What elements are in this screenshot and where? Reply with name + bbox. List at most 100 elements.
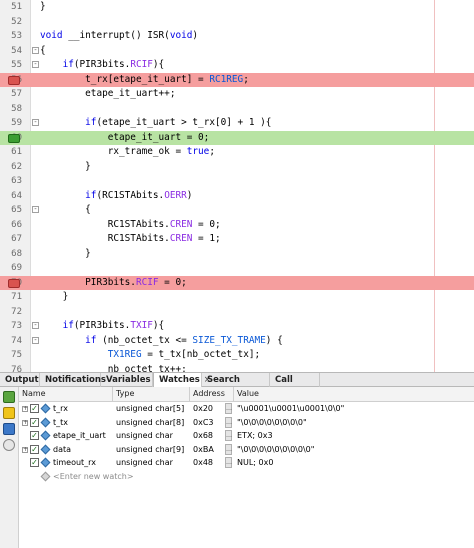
code-line[interactable]: 57 etape_it_uart++; [0, 87, 474, 102]
settings-icon[interactable] [3, 439, 15, 451]
line-number: 53 [11, 31, 22, 41]
tab-notifications[interactable]: Notifications [40, 373, 106, 387]
address-edit-button[interactable]: … [225, 403, 232, 414]
fold-toggle-icon[interactable]: - [32, 61, 39, 68]
watch-value[interactable]: "\0\0\0\0\0\0\0\0\0" [237, 443, 473, 457]
line-number: 62 [11, 161, 22, 172]
expand-icon[interactable]: + [22, 446, 28, 453]
code-token: if [85, 117, 97, 128]
expand-icon[interactable]: + [22, 419, 28, 426]
code-line[interactable]: 62 } [0, 160, 474, 175]
code-line[interactable]: 67 RC1STAbits.CREN = 1; [0, 232, 474, 247]
address-edit-button[interactable]: … [225, 430, 232, 442]
watch-value[interactable]: ETX; 0x3 [237, 429, 473, 443]
address-edit-button[interactable]: … [225, 457, 232, 469]
code-line[interactable]: 51} [0, 0, 474, 15]
watch-enabled-checkbox[interactable]: ✓ [30, 404, 39, 413]
code-text: } [40, 160, 91, 175]
code-line[interactable]: 69 [0, 261, 474, 276]
line-number: 52 [11, 16, 22, 27]
column-header-address[interactable]: Address [190, 387, 234, 401]
column-header-value[interactable]: Value [234, 387, 474, 401]
code-token: (PIR3bits. [73, 320, 131, 331]
code-line[interactable]: 68 } [0, 247, 474, 262]
line-number: 76 [11, 364, 22, 373]
watch-type: unsigned char [116, 458, 173, 468]
code-line[interactable]: 63 [0, 174, 474, 189]
watch-row[interactable]: + ✓ data unsigned char[9] 0xBA … "\0\0\0\0\0\0… [19, 443, 474, 457]
code-line[interactable]: 53 void __interrupt() ISR(void) [0, 29, 474, 44]
new-watch-input[interactable]: <Enter new watch> [53, 470, 193, 484]
code-line[interactable]: 54 -{ [0, 44, 474, 59]
code-line[interactable]: 71 } [0, 290, 474, 305]
breakpoint-line[interactable]: 56 t_rx[etape_it_uart] = RC1REG; [0, 72, 474, 87]
code-line[interactable]: 66 RC1STAbits.CREN = 0; [0, 218, 474, 233]
column-header-name[interactable]: Name [19, 387, 113, 401]
code-line[interactable]: 52 [0, 15, 474, 30]
tab-watches[interactable]: Watches × [153, 373, 211, 387]
breakpoint-line[interactable]: 70 PIR3bits.RCIF = 0; [0, 275, 474, 290]
fold-toggle-icon[interactable]: - [32, 336, 39, 344]
code-line[interactable]: 74 - if (nb_octet_tx <= SIZE_TX_TRAME) { [0, 334, 474, 349]
code-line[interactable]: 59 - if(etape_it_uart > t_rx[0] + 1 ){ [0, 116, 474, 131]
new-runtime-watch-icon[interactable] [3, 407, 15, 419]
code-line[interactable]: 55 - if(PIR3bits.RCIF){ [0, 58, 474, 73]
watch-name: etape_it_uart [53, 431, 106, 441]
watch-row[interactable]: + ✓ t_tx unsigned char[8] 0xC3 … "\0\0\0\0\0\0… [19, 416, 474, 430]
watch-value[interactable]: "\u0001\u0001\u0001\0\0" [237, 402, 473, 416]
watch-value[interactable]: "\0\0\0\0\0\0\0\0" [237, 416, 473, 430]
tab-search-results[interactable]: Search Results [202, 373, 270, 399]
line-number: 66 [11, 219, 22, 230]
program-counter-icon[interactable] [8, 133, 20, 143]
watch-value[interactable]: NUL; 0x0 [237, 456, 473, 470]
breakpoint-icon[interactable] [8, 75, 20, 85]
code-line[interactable]: 61 rx_trame_ok = true; [0, 145, 474, 160]
code-line[interactable]: 65 - { [0, 203, 474, 218]
display-watches-icon[interactable] [3, 423, 15, 435]
variable-icon [40, 430, 51, 441]
watch-enabled-checkbox[interactable]: ✓ [30, 431, 39, 441]
watch-enabled-checkbox[interactable]: ✓ [30, 458, 39, 468]
code-editor[interactable]: 51} 52 53 void __interrupt() ISR(void) 54-{5… [0, 0, 474, 372]
column-header-type[interactable]: Type [113, 387, 190, 401]
breakpoint-icon[interactable] [8, 278, 20, 288]
tab-output[interactable]: Output [0, 373, 40, 387]
code-text: if(PIR3bits.RCIF){ [40, 58, 165, 73]
code-line[interactable]: 72 [0, 305, 474, 320]
fold-toggle-icon[interactable]: - [32, 206, 39, 213]
watch-type: unsigned char[5] [116, 404, 185, 413]
new-watch-icon[interactable] [3, 391, 15, 403]
line-number: 73 [11, 321, 22, 331]
code-token: nb_octet_tx++; [40, 363, 187, 373]
expand-icon[interactable]: + [22, 406, 28, 412]
tab-variables[interactable]: Variables [101, 373, 153, 387]
code-line[interactable]: 58 [0, 102, 474, 117]
watch-address: 0xC3 [193, 417, 214, 427]
new-watch-row[interactable]: <Enter new watch> [19, 470, 474, 484]
watch-row[interactable]: + ✓ t_rx unsigned char[5] 0x20 … "\u0001\u0001… [19, 402, 474, 416]
fold-toggle-icon[interactable]: - [32, 46, 39, 54]
watch-name: data [53, 444, 72, 454]
address-edit-button[interactable]: … [225, 443, 232, 455]
current-execution-line[interactable]: 60 etape_it_uart = 0; [0, 130, 474, 145]
address-edit-button[interactable]: … [225, 416, 232, 428]
code-token: CREN [169, 218, 193, 230]
code-line[interactable]: 75 TX1REG = t_tx[nb_octet_tx]; [0, 348, 474, 363]
code-token: if [85, 189, 97, 201]
output-tab-bar: Output Notifications Variables Watches × Sear… [0, 372, 474, 399]
watch-row[interactable]: ✓ timeout_rx unsigned char 0x48 … NUL; 0x0 [19, 456, 474, 470]
code-line[interactable]: 73 - if(PIR3bits.TXIF){ [0, 319, 474, 334]
code-line[interactable]: 64 if(RC1STAbits.OERR) [0, 189, 474, 204]
watch-row[interactable]: ✓ etape_it_uart unsigned char 0x68 … ETX; 0x3 [19, 429, 474, 443]
watch-address: 0x48 [193, 458, 214, 468]
fold-toggle-icon[interactable]: - [32, 322, 39, 329]
fold-toggle-icon[interactable]: - [32, 119, 39, 126]
line-number: 51 [11, 2, 22, 12]
tab-call-stack[interactable]: Call Stack [270, 373, 320, 399]
watch-enabled-checkbox[interactable]: ✓ [30, 444, 39, 454]
code-line[interactable]: 76 nb_octet_tx++; [0, 363, 474, 373]
watch-enabled-checkbox[interactable]: ✓ [30, 417, 39, 427]
